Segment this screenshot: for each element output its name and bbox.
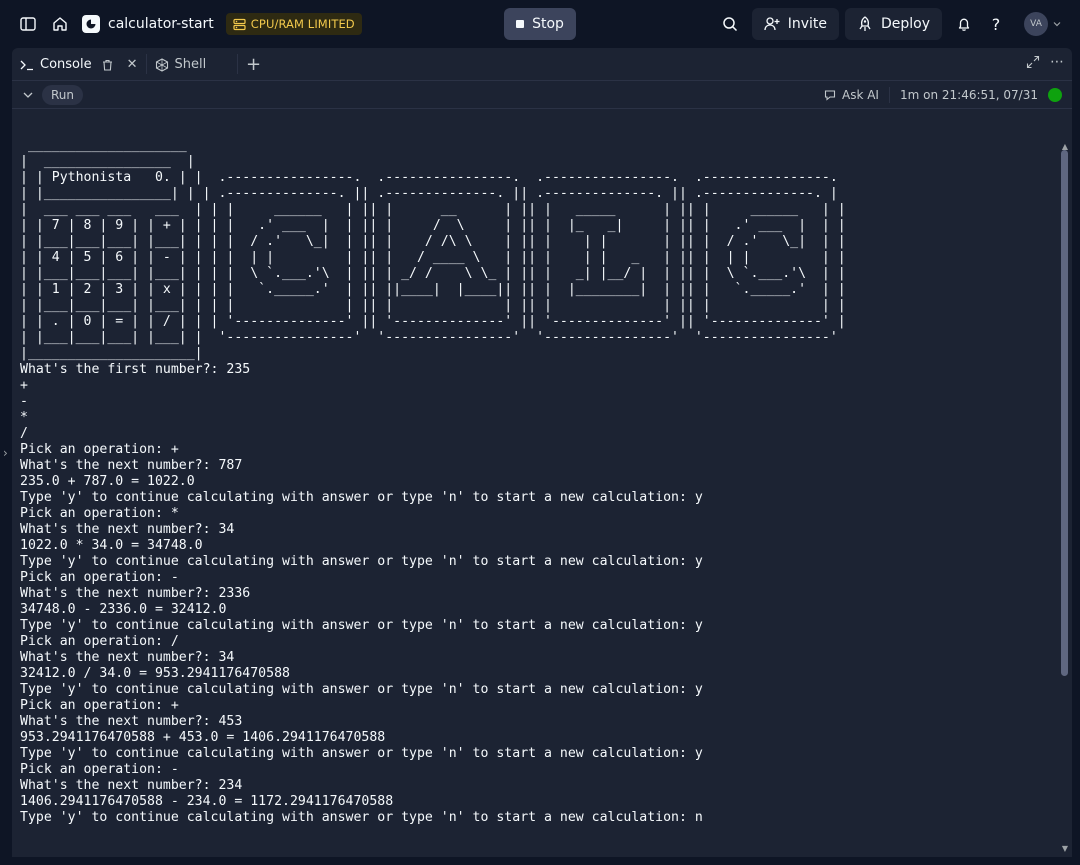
tab-shell[interactable]: Shell xyxy=(147,49,237,80)
account-menu[interactable]: VA xyxy=(1024,12,1062,36)
scrollbar[interactable]: ▲ ▼ xyxy=(1060,106,1070,856)
console-panel: Console ✕ Shell + ⋯ Run Ask AI 1m on 21:… xyxy=(12,48,1072,857)
console-line: 1406.2941176470588 - 234.0 = 1172.294117… xyxy=(20,794,394,809)
ask-ai-icon xyxy=(824,89,836,101)
console-line: 1022.0 * 34.0 = 34748.0 xyxy=(20,538,203,553)
stop-icon xyxy=(516,20,525,28)
maximize-icon[interactable] xyxy=(1026,55,1040,69)
search-icon[interactable] xyxy=(716,10,744,38)
banner-line: | |___|___|___| |___| | '---------------… xyxy=(20,330,838,345)
console-line: Pick an operation: - xyxy=(20,762,179,777)
ask-ai-button[interactable]: Ask AI xyxy=(842,88,879,102)
trash-icon[interactable] xyxy=(102,59,113,71)
run-status-text: 1m on 21:46:51, 07/31 xyxy=(899,87,1038,102)
banner-line: | ________________ | xyxy=(20,154,195,169)
console-line: Pick an operation: + xyxy=(20,698,179,713)
tab-console-label: Console xyxy=(40,57,92,72)
shell-icon xyxy=(155,57,168,72)
console-line: What's the next number?: 787 xyxy=(20,458,243,473)
status-indicator xyxy=(1048,87,1062,102)
ascii-banner: ____________________ | ________________ |… xyxy=(20,138,1050,362)
banner-line: | | 4 | 5 | 6 | | - | | | | | | | || | /… xyxy=(20,250,846,265)
console-line: + xyxy=(20,378,28,393)
resource-limit-label: CPU/RAM LIMITED xyxy=(250,17,355,31)
toolbar-divider xyxy=(888,86,890,103)
console-line: 953.2941176470588 + 453.0 = 1406.2941176… xyxy=(20,730,386,745)
banner-line: | |___|___|___| |___| | | | | || | | || … xyxy=(20,298,846,313)
collapse-chevron-icon[interactable] xyxy=(22,89,34,101)
top-bar: calculator-start CPU/RAM LIMITED Stop In… xyxy=(0,0,1080,48)
console-line: What's the next number?: 2336 xyxy=(20,586,251,601)
console-line: Type 'y' to continue calculating with an… xyxy=(20,554,703,569)
tab-shell-label: Shell xyxy=(174,57,207,72)
console-line: What's the next number?: 453 xyxy=(20,714,243,729)
banner-line: | |___|___|___| |___| | | | / .' \_| | |… xyxy=(20,234,846,249)
console-line: Pick an operation: * xyxy=(20,506,179,521)
resource-limit-badge[interactable]: CPU/RAM LIMITED xyxy=(225,13,362,35)
notifications-bell-icon[interactable] xyxy=(950,10,978,38)
console-line: What's the next number?: 34 xyxy=(20,522,235,537)
banner-line: |_____________________| xyxy=(20,346,203,361)
avatar: VA xyxy=(1024,12,1048,36)
banner-line: | | . | 0 | = | | / | | | '-------------… xyxy=(20,314,846,329)
more-options-icon[interactable]: ⋯ xyxy=(1050,54,1064,70)
console-line: 32412.0 / 34.0 = 953.2941176470588 xyxy=(20,666,290,681)
banner-line: | |________________| | | .--------------… xyxy=(20,186,838,201)
stop-button[interactable]: Stop xyxy=(504,8,576,40)
invite-button[interactable]: Invite xyxy=(751,8,839,40)
console-line: What's the first number?: 235 xyxy=(20,362,251,377)
app-name: calculator-start xyxy=(108,16,214,32)
chevron-down-icon xyxy=(1053,22,1061,27)
close-icon[interactable]: ✕ xyxy=(127,57,138,72)
server-icon xyxy=(233,18,246,30)
home-icon[interactable] xyxy=(46,10,74,38)
console-line: What's the next number?: 34 xyxy=(20,650,235,665)
console-line: * xyxy=(20,410,28,425)
banner-line: | ___ ___ ___ ___ | | | ______ | || | __… xyxy=(20,202,846,217)
deploy-icon xyxy=(859,16,871,31)
console-line: Type 'y' to continue calculating with an… xyxy=(20,746,703,761)
help-icon[interactable]: ? xyxy=(982,10,1010,38)
invite-label: Invite xyxy=(787,16,827,32)
banner-line: | | 1 | 2 | 3 | | x | | | | `._____.' | … xyxy=(20,282,846,297)
tab-console[interactable]: Console ✕ xyxy=(12,49,146,80)
terminal-prompt-icon xyxy=(20,60,33,70)
console-line: Type 'y' to continue calculating with an… xyxy=(20,490,703,505)
console-output[interactable]: ____________________ | ________________ |… xyxy=(20,138,1050,853)
console-line: Pick an operation: + xyxy=(20,442,179,457)
banner-line: ____________________ xyxy=(20,138,187,153)
console-toolbar: Run Ask AI 1m on 21:46:51, 07/31 xyxy=(12,81,1072,109)
sidebar-toggle-icon[interactable] xyxy=(14,10,42,38)
run-button[interactable]: Run xyxy=(42,84,84,105)
deploy-label: Deploy xyxy=(880,16,930,32)
console-line: / xyxy=(20,426,28,441)
expand-sidebar-icon[interactable]: › xyxy=(3,446,8,460)
python-repl-icon xyxy=(82,15,100,33)
console-line: 34748.0 - 2336.0 = 32412.0 xyxy=(20,602,227,617)
stop-label: Stop xyxy=(532,16,564,32)
scroll-down-icon[interactable]: ▼ xyxy=(1060,844,1070,854)
console-line: Pick an operation: - xyxy=(20,570,179,585)
console-line: Type 'y' to continue calculating with an… xyxy=(20,682,703,697)
console-line: Pick an operation: / xyxy=(20,634,179,649)
app-name-button[interactable]: calculator-start xyxy=(82,15,214,33)
add-user-icon xyxy=(764,17,780,31)
console-line: Type 'y' to continue calculating with an… xyxy=(20,618,703,633)
add-tab-icon[interactable]: + xyxy=(238,49,270,80)
console-line: What's the next number?: 234 xyxy=(20,778,243,793)
console-line: 235.0 + 787.0 = 1022.0 xyxy=(20,474,195,489)
banner-line: | | Pythonista 0. | | .----------------.… xyxy=(20,170,838,185)
run-label: Run xyxy=(51,87,75,102)
pane-tabs: Console ✕ Shell + ⋯ xyxy=(12,48,1072,81)
scrollbar-thumb[interactable] xyxy=(1061,150,1068,676)
console-line: - xyxy=(20,394,28,409)
console-lines: What's the first number?: 235 + - * / Pick an… xyxy=(20,362,1050,826)
banner-line: | |___|___|___| |___| | | | \ `.___.'\ |… xyxy=(20,266,846,281)
console-line: Type 'y' to continue calculating with an… xyxy=(20,810,703,825)
banner-line: | | 7 | 8 | 9 | | + | | | | .' ___ | | |… xyxy=(20,218,846,233)
deploy-button[interactable]: Deploy xyxy=(844,8,942,40)
